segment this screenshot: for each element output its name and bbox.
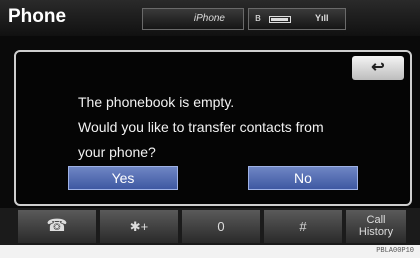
no-button[interactable]: No [248, 166, 358, 190]
phone-status: ʙ Yıll [248, 8, 346, 30]
call-history-label-line-1: Call [366, 214, 386, 226]
page-title: Phone [8, 6, 67, 27]
back-button[interactable]: ↩ [352, 56, 404, 80]
bluetooth-icon: ʙ [255, 12, 261, 24]
handset-icon[interactable]: ☎ [18, 210, 96, 243]
image-code: PBLA00P10 [376, 247, 414, 255]
dialog-message-line-3: your phone? [78, 144, 156, 160]
device-name: iPhone [193, 13, 225, 24]
hash-key[interactable]: # [264, 210, 342, 243]
call-history-label-line-2: History [358, 226, 394, 238]
header-bar: Phone iPhone ʙ Yıll [0, 0, 420, 36]
connected-device[interactable]: iPhone [142, 8, 244, 30]
dialog-message-line-1: The phonebook is empty. [78, 94, 235, 110]
star-plus-key[interactable]: ✱+ [100, 210, 178, 243]
phone-screen: Phone iPhone ʙ Yıll ↩ The phonebook is e… [0, 0, 420, 245]
dialog-message-line-2: Would you like to transfer contacts from [78, 119, 324, 135]
battery-icon [269, 16, 291, 23]
signal-icon: Yıll [315, 13, 329, 23]
zero-key[interactable]: 0 [182, 210, 260, 243]
yes-button[interactable]: Yes [68, 166, 178, 190]
call-history-button[interactable]: Call History [346, 210, 406, 243]
